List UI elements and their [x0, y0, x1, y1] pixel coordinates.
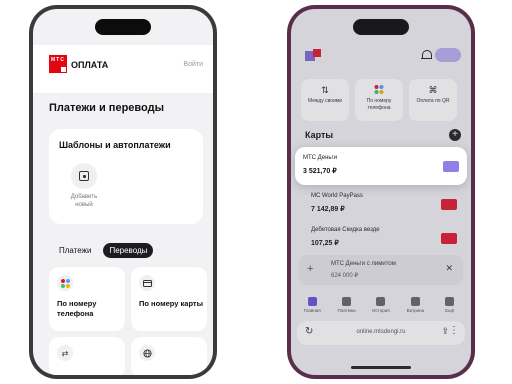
left-phone: МТС ОПЛАТА Войти Платежи и переводы Шабл…	[29, 5, 217, 379]
nav-home[interactable]: Главная	[299, 295, 325, 323]
transfer-arrows-icon: ⇄	[57, 345, 73, 361]
card-amount: 3 521,70 ₽	[303, 168, 337, 175]
grid-icon	[445, 297, 455, 306]
nav-label: Ещё	[445, 308, 455, 313]
profile-pill[interactable]	[435, 48, 461, 62]
nav-more[interactable]: Ещё	[437, 295, 463, 323]
templates-title: Шаблоны и автоплатежи	[59, 140, 171, 150]
dynamic-island	[95, 19, 151, 35]
swap-icon: ⇅	[321, 85, 329, 95]
card-row-skidka[interactable]: Дебетовая Скидка везде 107,25 ₽	[303, 219, 465, 257]
quick-action-label: Оплата по QR	[416, 98, 450, 104]
add-template-button[interactable]	[71, 163, 97, 189]
tile-by-card[interactable]: По номеру карты	[131, 267, 207, 331]
browser-address-bar[interactable]: ↻ online.mtsdengi.ru ⇪ ⋮	[297, 321, 465, 345]
page-title: Платежи и переводы	[49, 102, 164, 114]
quick-action-label: По номеру телефона	[366, 98, 392, 111]
nav-payments[interactable]: Платежи	[334, 295, 360, 323]
add-template-icon	[79, 171, 89, 181]
nav-label: Витрина	[406, 308, 425, 313]
app-header	[291, 45, 471, 73]
login-link[interactable]: Войти	[183, 61, 203, 68]
card-amount: 107,25 ₽	[311, 240, 339, 247]
nav-showcase[interactable]: Витрина	[402, 295, 428, 323]
card-name: MC World PayPass	[311, 193, 363, 199]
app-header: МТС ОПЛАТА Войти	[33, 45, 213, 93]
stage: МТС ОПЛАТА Войти Платежи и переводы Шабл…	[0, 0, 512, 384]
quick-action-qr[interactable]: ⌘ Оплата по QR	[409, 79, 457, 121]
share-icon[interactable]: ⇪	[441, 326, 449, 337]
add-card-button[interactable]: +	[449, 129, 461, 141]
close-icon[interactable]: ✕	[445, 263, 453, 274]
home-indicator[interactable]	[351, 366, 411, 369]
mts-logo[interactable]: МТС	[49, 55, 67, 73]
bell-icon[interactable]	[421, 50, 432, 61]
card-row-mc-world[interactable]: MC World PayPass 7 142,89 ₽	[303, 185, 465, 223]
showcase-icon	[410, 297, 420, 306]
mts-logo-text: МТС	[51, 57, 65, 63]
home-icon	[307, 297, 317, 306]
browser-url[interactable]: online.mtsdengi.ru	[297, 329, 465, 335]
mts-logo-square	[61, 67, 66, 72]
dynamic-island	[353, 19, 409, 35]
add-template-label[interactable]: Добавить новый	[63, 193, 105, 209]
templates-card: Шаблоны и автоплатежи Добавить новый	[49, 129, 203, 224]
nav-label: Платежи	[337, 308, 356, 313]
cards-title: Карты	[305, 130, 334, 140]
globe-icon	[139, 345, 155, 361]
limit-card-name: МТС Деньги с лимитом	[331, 261, 396, 267]
payments-icon	[342, 297, 352, 306]
card-chip-icon	[441, 199, 457, 210]
card-chip-icon	[441, 233, 457, 244]
right-phone-screen: ⇅ Между своими По номеру телефона ⌘ Опла…	[291, 9, 471, 375]
card-amount: 7 142,89 ₽	[311, 206, 345, 213]
card-name: Дебетовая Скидка везде	[311, 227, 380, 233]
tab-transfers[interactable]: Переводы	[103, 243, 154, 258]
card-chip-icon	[443, 161, 459, 172]
phone-colorful-icon	[57, 275, 73, 291]
tab-payments[interactable]: Платежи	[53, 243, 97, 258]
more-options-icon[interactable]: ⋮	[449, 325, 459, 336]
nav-history[interactable]: История	[368, 295, 394, 323]
status-bar	[33, 17, 213, 35]
plus-icon: +	[307, 263, 314, 275]
tile-international[interactable]	[131, 337, 207, 375]
mts-dengi-logo[interactable]	[305, 49, 323, 63]
card-row-mts-dengi[interactable]: МТС Деньги 3 521,70 ₽	[295, 147, 467, 185]
limit-card-amount: 624 000 ₽	[331, 273, 359, 279]
history-icon	[376, 297, 386, 306]
left-phone-screen: МТС ОПЛАТА Войти Платежи и переводы Шабл…	[33, 9, 213, 375]
phone-colorful-icon	[374, 85, 384, 94]
tile-label: По номеру телефона	[57, 299, 97, 318]
tile-transfer[interactable]: ⇄	[49, 337, 125, 375]
limit-card-offer[interactable]: + МТС Деньги с лимитом 624 000 ₽ ✕	[299, 255, 463, 285]
quick-action-by-phone[interactable]: По номеру телефона	[355, 79, 403, 121]
card-icon	[139, 275, 155, 291]
payments-segmented-control: Платежи Переводы	[53, 243, 154, 258]
qr-icon: ⌘	[428, 85, 438, 95]
quick-action-between-own[interactable]: ⇅ Между своими	[301, 79, 349, 121]
quick-action-label: Между своими	[307, 98, 342, 104]
bottom-nav: Главная Платежи История Витрина Ещё	[291, 295, 471, 323]
nav-label: История	[372, 308, 390, 313]
status-bar	[291, 17, 471, 35]
nav-label: Главная	[303, 308, 321, 313]
brand-title: ОПЛАТА	[71, 60, 109, 70]
tile-by-phone[interactable]: По номеру телефона	[49, 267, 125, 331]
right-phone: ⇅ Между своими По номеру телефона ⌘ Опла…	[287, 5, 475, 379]
tile-label: По номеру карты	[139, 299, 204, 308]
card-name: МТС Деньги	[303, 155, 338, 161]
